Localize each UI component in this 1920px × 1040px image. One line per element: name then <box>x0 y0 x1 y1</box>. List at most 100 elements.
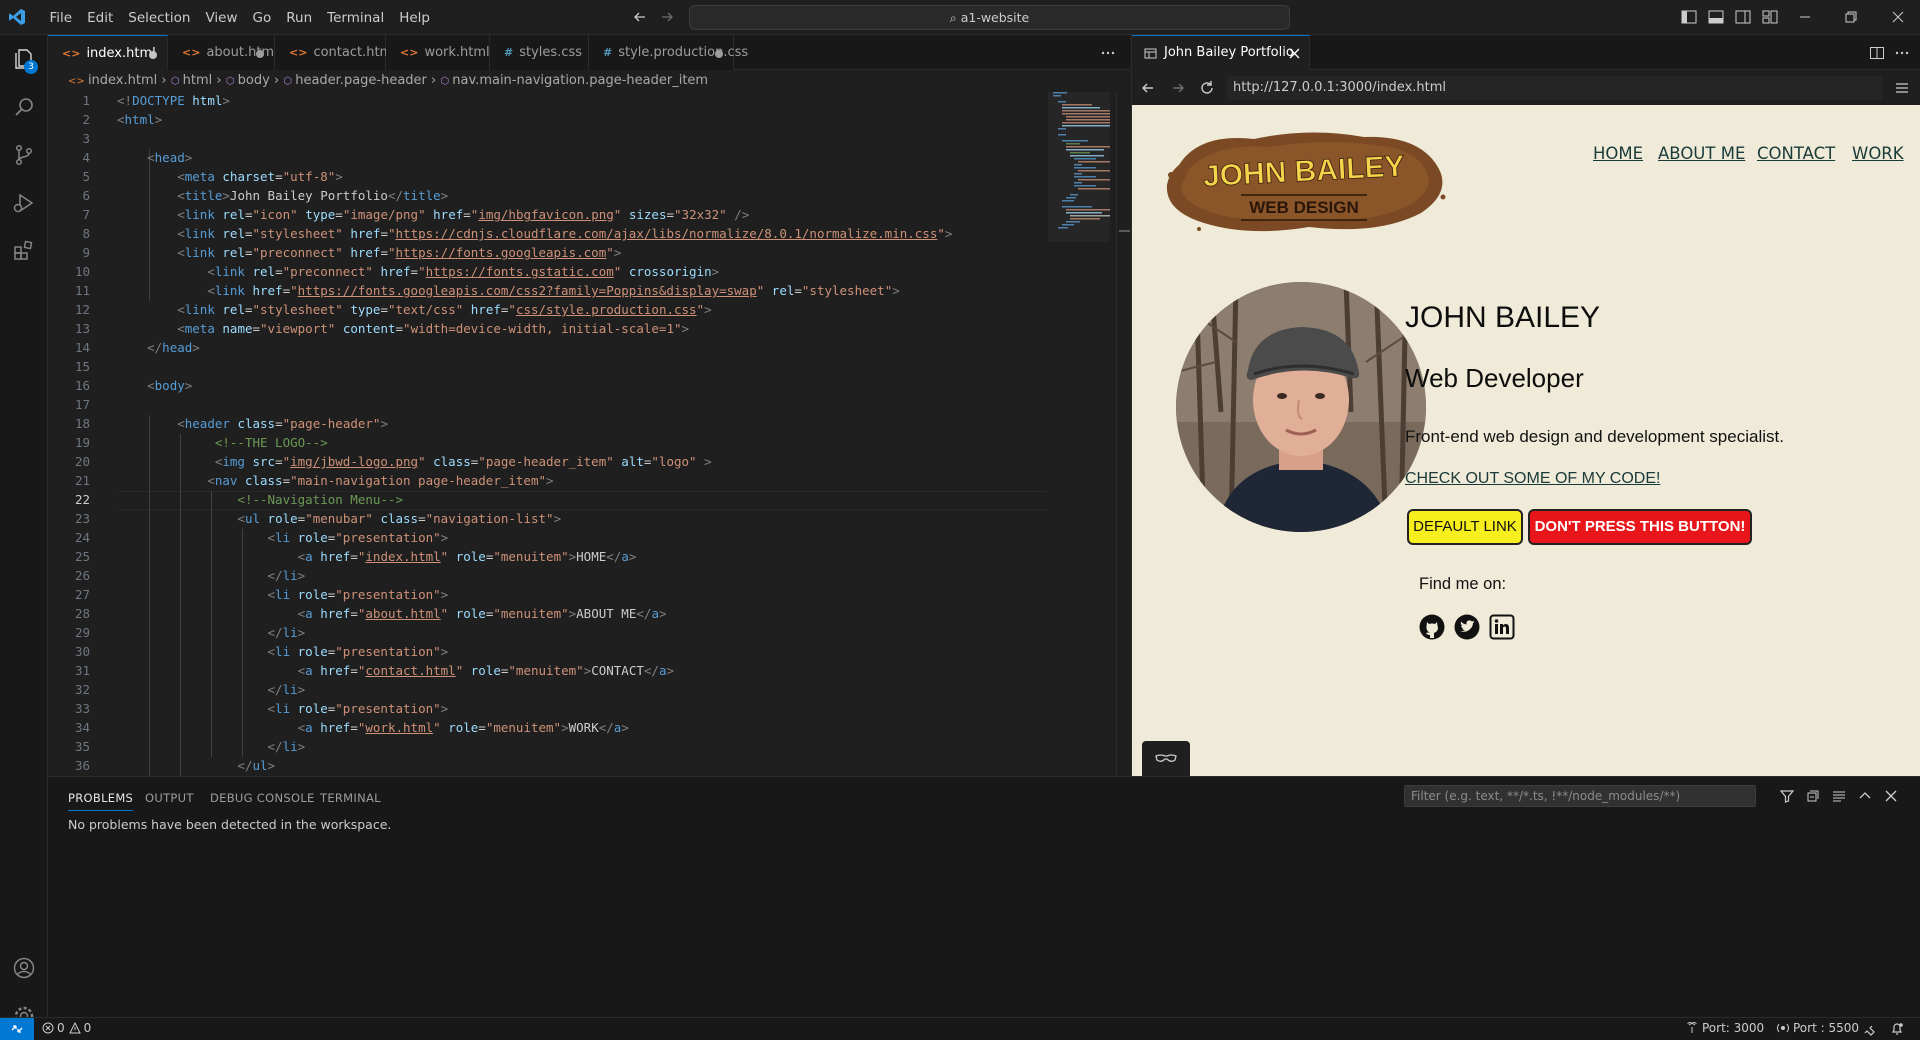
danger-button[interactable]: DON'T PRESS THIS BUTTON! <box>1528 509 1752 545</box>
github-icon[interactable] <box>1419 614 1445 640</box>
twitter-icon[interactable] <box>1454 614 1480 640</box>
hamburger-menu-icon[interactable] <box>1895 81 1909 95</box>
code-line[interactable]: <a href="index.html" role="menuitem">HOM… <box>117 547 637 566</box>
nav-work-link[interactable]: WORK <box>1852 144 1904 163</box>
code-line[interactable]: <a href="contact.html" role="menuitem">C… <box>117 661 674 680</box>
code-line[interactable]: </li> <box>117 623 306 642</box>
customize-layout-icon[interactable] <box>1761 8 1779 26</box>
toggle-primary-sidebar-icon[interactable] <box>1680 8 1698 26</box>
code-line[interactable]: <body> <box>117 376 192 395</box>
site-logo[interactable]: JOHN BAILEY WEB DESIGN <box>1159 125 1449 235</box>
tab-output[interactable]: OUTPUT <box>145 791 194 805</box>
code-link[interactable]: CHECK OUT SOME OF MY CODE! <box>1405 470 1660 488</box>
devtools-toggle[interactable] <box>1142 741 1190 776</box>
restore-icon[interactable] <box>1842 8 1860 26</box>
more-actions-icon[interactable] <box>1894 45 1910 61</box>
code-line[interactable]: <meta name="viewport" content="width=dev… <box>117 319 689 338</box>
code-line[interactable]: </head> <box>117 338 200 357</box>
code-line[interactable]: <html> <box>117 110 162 129</box>
problems-indicator[interactable]: 0 0 <box>42 1021 91 1035</box>
code-line[interactable]: <img src="img/jbwd-logo.png" class="page… <box>117 452 712 471</box>
code-line[interactable]: <link href="https://fonts.googleapis.com… <box>117 281 899 300</box>
code-line[interactable]: <nav class="main-navigation page-header_… <box>117 471 553 490</box>
editor-tab[interactable]: # style.production.css <box>589 35 748 70</box>
collapse-all-icon[interactable] <box>1806 789 1820 803</box>
preview-tab[interactable]: John Bailey Portfolio <box>1132 35 1310 70</box>
menu-help[interactable]: Help <box>392 10 438 26</box>
code-line[interactable]: </ul> <box>117 756 275 775</box>
breadcrumb-item[interactable]: index.html <box>88 73 157 88</box>
menu-view[interactable]: View <box>198 10 245 26</box>
code-line[interactable]: </li> <box>117 566 306 585</box>
tab-terminal[interactable]: TERMINAL <box>320 791 381 805</box>
filter-icon[interactable] <box>1780 789 1794 803</box>
code-line[interactable]: <ul role="menubar" class="navigation-lis… <box>117 509 561 528</box>
default-link-button[interactable]: DEFAULT LINK <box>1407 509 1523 545</box>
close-panel-icon[interactable] <box>1884 789 1898 803</box>
nav-contact-link[interactable]: CONTACT <box>1757 144 1835 163</box>
linkedin-icon[interactable] <box>1489 614 1515 640</box>
code-line[interactable]: <meta charset="utf-8"> <box>117 167 343 186</box>
remote-indicator[interactable] <box>0 1018 34 1040</box>
close-tab-icon[interactable] <box>1289 48 1300 59</box>
toggle-panel-icon[interactable] <box>1707 8 1725 26</box>
breadcrumb-item[interactable]: html <box>183 73 213 88</box>
extensions-button[interactable] <box>0 227 48 275</box>
menu-selection[interactable]: Selection <box>121 10 198 26</box>
forward-arrow-icon[interactable] <box>1170 80 1186 96</box>
forward-arrow-icon[interactable] <box>660 10 674 24</box>
source-control-button[interactable] <box>0 131 48 179</box>
close-window-icon[interactable] <box>1889 8 1907 26</box>
more-actions-icon[interactable] <box>1100 45 1116 61</box>
code-line[interactable]: <head> <box>117 148 192 167</box>
code-line[interactable]: <li role="presentation"> <box>117 528 449 547</box>
code-line[interactable]: <li role="presentation"> <box>117 699 449 718</box>
notifications-bell-icon[interactable] <box>1890 1022 1904 1036</box>
menu-edit[interactable]: Edit <box>80 10 121 26</box>
menu-run[interactable]: Run <box>279 10 320 26</box>
menu-file[interactable]: File <box>42 10 80 26</box>
code-line[interactable]: <!--THE LOGO--> <box>117 433 328 452</box>
problems-filter-input[interactable]: Filter (e.g. text, **/*.ts, !**/node_mod… <box>1404 785 1756 807</box>
editor-tab[interactable]: <> work.html <box>386 35 490 70</box>
editor-tab[interactable]: <> about.html <box>168 35 278 70</box>
editor-tab[interactable]: # styles.css <box>490 35 589 70</box>
explorer-button[interactable]: 3 <box>0 35 48 83</box>
breadcrumb-item[interactable]: body <box>238 73 270 88</box>
code-line[interactable]: <link rel="stylesheet" href="https://cdn… <box>117 224 952 243</box>
breadcrumb-item[interactable]: nav.main-navigation.page-header_item <box>452 73 708 88</box>
code-line[interactable]: <link rel="preconnect" href="https://fon… <box>117 243 621 262</box>
reload-icon[interactable] <box>1199 80 1215 96</box>
command-center-search[interactable]: ⌕ a1-website <box>689 5 1290 30</box>
code-line[interactable]: <li role="presentation"> <box>117 642 449 661</box>
accounts-button[interactable] <box>0 944 48 992</box>
code-line[interactable]: <a href="about.html" role="menuitem">ABO… <box>117 604 667 623</box>
nav-about-link[interactable]: ABOUT ME <box>1658 144 1745 163</box>
run-debug-button[interactable] <box>0 179 48 227</box>
port-5500-indicator[interactable]: Port : 5500 <box>1777 1021 1859 1035</box>
code-line[interactable]: <title>John Bailey Portfolio</title> <box>117 186 448 205</box>
view-as-list-icon[interactable] <box>1832 789 1846 803</box>
unsaved-dot-icon[interactable] <box>149 51 157 59</box>
unsaved-dot-icon[interactable] <box>715 50 723 58</box>
menu-go[interactable]: Go <box>245 10 279 26</box>
code-line[interactable]: </li> <box>117 680 306 699</box>
code-line[interactable]: <link rel="stylesheet" type="text/css" h… <box>117 300 711 319</box>
code-line[interactable]: <li role="presentation"> <box>117 585 449 604</box>
port-3000-indicator[interactable]: Port: 3000 <box>1686 1021 1764 1035</box>
editor-tab[interactable]: <> index.html <box>48 35 168 70</box>
breadcrumb-item[interactable]: header.page-header <box>295 73 427 88</box>
feedback-icon[interactable] <box>1862 1022 1876 1036</box>
minimize-icon[interactable] <box>1796 8 1814 26</box>
toggle-secondary-sidebar-icon[interactable] <box>1734 8 1752 26</box>
minimap[interactable] <box>1048 92 1110 242</box>
unsaved-dot-icon[interactable] <box>256 50 264 58</box>
editor-scrollbar[interactable] <box>1116 92 1130 776</box>
tab-debug-console[interactable]: DEBUG CONSOLE <box>210 791 315 805</box>
code-line[interactable]: <link rel="preconnect" href="https://fon… <box>117 262 719 281</box>
search-view-button[interactable] <box>0 83 48 131</box>
code-line[interactable]: <header class="page-header"> <box>117 414 388 433</box>
tab-problems[interactable]: PROBLEMS <box>68 791 134 811</box>
menu-terminal[interactable]: Terminal <box>320 10 392 26</box>
code-line[interactable]: </li> <box>117 737 306 756</box>
